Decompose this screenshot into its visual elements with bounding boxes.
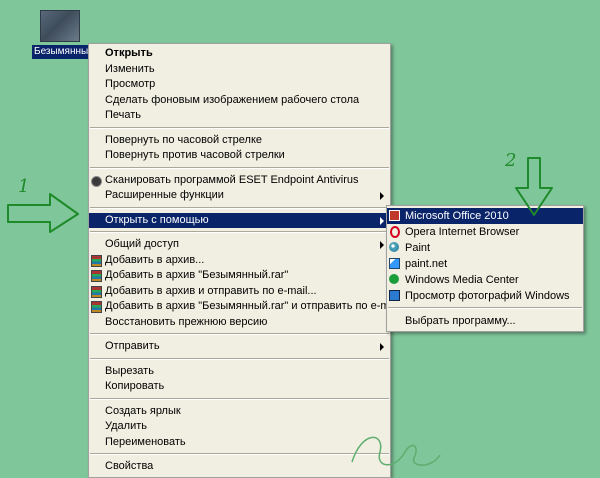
menu-item-label: Сканировать программой ESET Endpoint Ant…: [105, 173, 359, 186]
menu-item-add-archive-email[interactable]: Добавить в архив и отправить по e-mail..…: [89, 284, 390, 300]
menu-item-restore-version[interactable]: Восстановить прежнюю версию: [89, 315, 390, 331]
menu-separator: [90, 333, 389, 335]
submenu-arrow-icon: [380, 241, 384, 249]
annotation-number-1: 1: [18, 176, 30, 197]
menu-item-label: Просмотр: [105, 78, 156, 90]
context-menu: Открыть Изменить Просмотр Сделать фоновы…: [88, 43, 401, 478]
winrar-icon: [91, 285, 102, 298]
menu-item-label: Выбрать программу...: [405, 315, 516, 327]
menu-item-rotate-cw[interactable]: Повернуть по часовой стрелке: [89, 133, 390, 149]
submenu-item-media-center[interactable]: Windows Media Center: [387, 272, 583, 288]
winrar-icon: [91, 270, 102, 282]
menu-separator: [388, 307, 582, 309]
submenu-item-opera[interactable]: Opera Internet Browser: [387, 224, 583, 240]
submenu-item-choose-program[interactable]: Выбрать программу...: [387, 313, 583, 329]
submenu-arrow-icon: [380, 343, 384, 351]
menu-item-label: Windows Media Center: [405, 274, 519, 286]
menu-item-label: Удалить: [105, 420, 147, 432]
menu-item-open[interactable]: Открыть: [89, 46, 390, 62]
menu-separator: [90, 206, 389, 209]
menu-item-eset-scan[interactable]: Сканировать программой ESET Endpoint Ant…: [89, 173, 390, 189]
menu-item-print[interactable]: Печать: [89, 108, 390, 124]
menu-separator: [90, 231, 389, 233]
opera-icon: [390, 226, 400, 238]
image-thumbnail-icon[interactable]: [40, 10, 80, 42]
annotation-arrow-right-icon: [7, 193, 79, 233]
menu-item-label: Повернуть против часовой стрелки: [105, 149, 285, 161]
menu-separator: [90, 166, 389, 169]
menu-item-set-wallpaper[interactable]: Сделать фоновым изображением рабочего ст…: [89, 93, 390, 109]
menu-item-label: Добавить в архив и отправить по e-mail..…: [105, 284, 317, 297]
menu-item-delete[interactable]: Удалить: [89, 419, 390, 435]
menu-item-cut[interactable]: Вырезать: [89, 364, 390, 380]
eset-icon: [91, 175, 102, 187]
menu-item-properties[interactable]: Свойства: [89, 459, 390, 475]
menu-item-create-shortcut[interactable]: Создать ярлык: [89, 404, 390, 420]
menu-item-label: Свойства: [105, 460, 154, 472]
menu-item-label: Открыть: [105, 47, 153, 59]
paintnet-icon: [389, 258, 400, 269]
menu-item-copy[interactable]: Копировать: [89, 379, 390, 395]
menu-item-label: Повернуть по часовой стрелке: [105, 133, 263, 146]
menu-item-label: Расширенные функции: [105, 189, 224, 201]
menu-separator: [90, 397, 389, 400]
submenu-item-photo-viewer[interactable]: Просмотр фотографий Windows: [387, 288, 583, 304]
winrar-icon: [91, 254, 102, 267]
menu-item-open-with[interactable]: Открыть с помощью: [89, 212, 390, 228]
menu-item-label: Восстановить прежнюю версию: [105, 315, 268, 328]
menu-item-label: Печать: [105, 109, 142, 121]
menu-item-label: Вырезать: [105, 364, 154, 377]
menu-item-label: Просмотр фотографий Windows: [405, 290, 570, 302]
menu-item-send-to[interactable]: Отправить: [89, 339, 390, 355]
menu-item-label: Сделать фоновым изображением рабочего ст…: [105, 93, 360, 106]
submenu-item-paint[interactable]: Paint: [387, 240, 583, 256]
menu-item-label: Microsoft Office 2010: [405, 210, 509, 222]
open-with-submenu: Microsoft Office 2010 Opera Internet Bro…: [386, 205, 584, 332]
menu-item-label: Добавить в архив "Безымянный.rar" и отпр…: [105, 300, 401, 312]
menu-item-add-rar[interactable]: Добавить в архив "Безымянный.rar": [89, 268, 390, 284]
menu-item-label: Создать ярлык: [105, 404, 181, 417]
menu-item-rotate-ccw[interactable]: Повернуть против часовой стрелки: [89, 148, 390, 164]
menu-item-edit[interactable]: Изменить: [89, 62, 390, 78]
menu-item-rename[interactable]: Переименовать: [89, 435, 390, 451]
menu-item-add-rar-email[interactable]: Добавить в архив "Безымянный.rar" и отпр…: [89, 299, 401, 315]
menu-item-label: Переименовать: [105, 435, 186, 448]
menu-item-share[interactable]: Общий доступ: [89, 237, 390, 253]
photo-viewer-icon: [389, 290, 400, 301]
menu-item-label: paint.net: [405, 258, 448, 270]
menu-separator: [90, 126, 389, 129]
submenu-item-paintnet[interactable]: paint.net: [387, 256, 583, 272]
menu-item-label: Открыть с помощью: [105, 213, 209, 226]
menu-item-advanced[interactable]: Расширенные функции: [89, 188, 390, 204]
menu-item-label: Отправить: [105, 340, 160, 352]
menu-item-label: Добавить в архив...: [105, 253, 205, 266]
menu-separator: [90, 357, 389, 360]
menu-item-label: Добавить в архив "Безымянный.rar": [105, 269, 289, 281]
submenu-arrow-icon: [380, 192, 384, 200]
submenu-arrow-icon: [380, 216, 384, 225]
menu-item-preview[interactable]: Просмотр: [89, 77, 390, 93]
desktop-file-label[interactable]: Безымянный: [32, 45, 96, 59]
menu-item-label: Paint: [405, 242, 431, 254]
menu-item-label: Общий доступ: [105, 238, 179, 250]
winrar-icon: [91, 301, 102, 313]
paint-icon: [389, 242, 399, 252]
annotation-number-2: 2: [505, 150, 517, 171]
submenu-item-office[interactable]: Microsoft Office 2010: [387, 208, 583, 224]
menu-item-label: Opera Internet Browser: [405, 226, 520, 238]
menu-separator: [90, 453, 389, 455]
office-icon: [389, 210, 400, 221]
menu-item-label: Изменить: [105, 62, 155, 75]
menu-item-label: Копировать: [105, 380, 165, 392]
media-center-icon: [389, 274, 399, 284]
menu-item-add-archive[interactable]: Добавить в архив...: [89, 253, 390, 269]
